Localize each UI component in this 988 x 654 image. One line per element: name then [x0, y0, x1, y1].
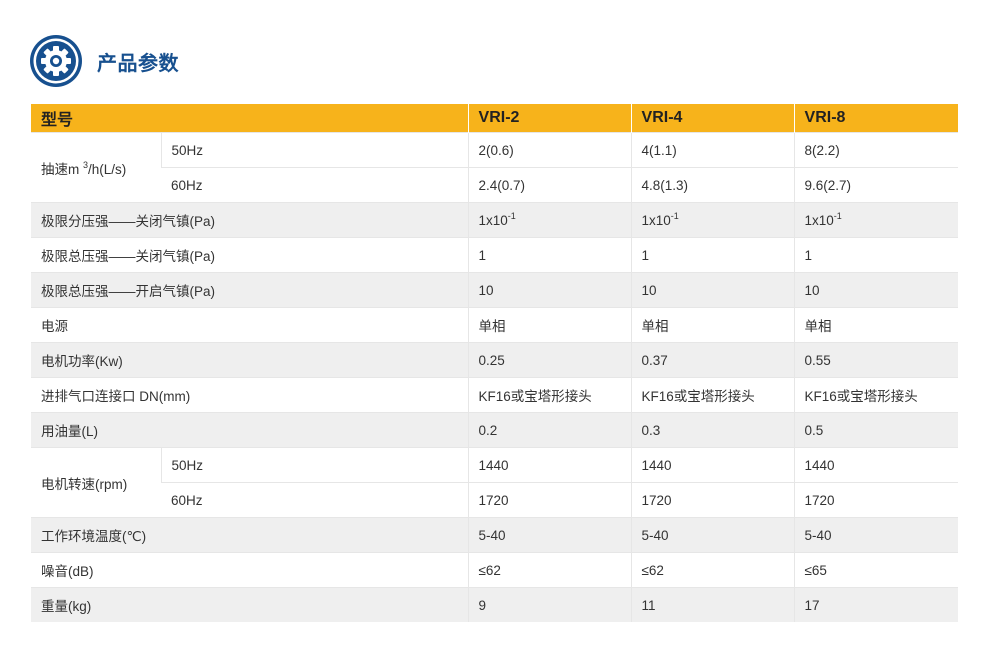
table-row: 进排气口连接口 DN(mm) KF16或宝塔形接头 KF16或宝塔形接头 KF1…: [31, 377, 959, 413]
table-cell: 2(0.6): [467, 132, 632, 168]
model-header: VRI-4: [630, 104, 795, 133]
table-cell: 0.25: [467, 342, 632, 378]
model-header: 型号: [31, 104, 469, 133]
table-cell: 0.37: [630, 342, 795, 378]
table-row: 抽速m 3/h(L/s) 50Hz 2(0.6) 4(1.1) 8(2.2): [31, 132, 959, 203]
section-header: 产品参数: [28, 33, 179, 89]
table-cell: 单相: [467, 307, 632, 343]
table-cell: 1x10-1: [630, 202, 795, 238]
table-cell: 5-40: [467, 517, 632, 553]
table-cell: 单相: [630, 307, 795, 343]
row-label: 电源: [31, 307, 469, 343]
model-header: VRI-8: [793, 104, 959, 133]
table-cell: ≤62: [630, 552, 795, 588]
row-label: 噪音(dB): [31, 552, 469, 588]
row-label: 电机转速(rpm): [31, 447, 161, 518]
row-label: 进排气口连接口 DN(mm): [31, 377, 469, 413]
table-cell: 0.2: [467, 412, 632, 448]
table-cell: 9.6(2.7): [793, 167, 959, 203]
table-row: 60Hz 2.4(0.7) 4.8(1.3) 9.6(2.7): [31, 167, 959, 203]
row-label: 电机功率(Kw): [31, 342, 469, 378]
table-cell: 1440: [793, 447, 959, 483]
table-cell: 1x10-1: [467, 202, 632, 238]
row-label: 工作环境温度(℃): [31, 517, 469, 553]
table-cell: ≤65: [793, 552, 959, 588]
table-cell: 1440: [467, 447, 632, 483]
table-cell: 17: [793, 587, 959, 622]
table-cell: 5-40: [630, 517, 795, 553]
table-cell: ≤62: [467, 552, 632, 588]
spec-table: 型号 VRI-2 VRI-4 VRI-8 抽速m 3/h(L/s) 50Hz 2…: [31, 104, 959, 622]
table-cell: KF16或宝塔形接头: [467, 377, 632, 413]
table-row: 工作环境温度(℃) 5-40 5-40 5-40: [31, 517, 959, 553]
table-cell: 2.4(0.7): [467, 167, 632, 203]
gear-icon: [30, 35, 82, 87]
table-cell: 10: [793, 272, 959, 308]
row-label: 用油量(L): [31, 412, 469, 448]
table-cell: 10: [467, 272, 632, 308]
table-cell: 4.8(1.3): [630, 167, 795, 203]
table-cell: 1: [793, 237, 959, 273]
row-label: 极限总压强——关闭气镇(Pa): [31, 237, 469, 273]
table-cell: 11: [630, 587, 795, 622]
row-label: 重量(kg): [31, 587, 469, 622]
table-cell: 1720: [793, 482, 959, 518]
table-cell: 1: [467, 237, 632, 273]
table-cell: 1x10-1: [793, 202, 959, 238]
table-cell: 10: [630, 272, 795, 308]
table-row: 极限分压强——关闭气镇(Pa) 1x10-1 1x10-1 1x10-1: [31, 202, 959, 238]
table-row: 重量(kg) 9 11 17: [31, 587, 959, 622]
table-cell: 0.55: [793, 342, 959, 378]
model-header: VRI-2: [467, 104, 632, 133]
table-cell: 1720: [630, 482, 795, 518]
table-cell: 1720: [467, 482, 632, 518]
table-cell: 4(1.1): [630, 132, 795, 168]
frequency-label: 60Hz: [161, 167, 469, 203]
table-cell: 单相: [793, 307, 959, 343]
table-row: 噪音(dB) ≤62 ≤62 ≤65: [31, 552, 959, 588]
table-cell: 8(2.2): [793, 132, 959, 168]
table-row: 60Hz 1720 1720 1720: [31, 482, 959, 518]
table-row: 电机转速(rpm) 50Hz 1440 1440 1440: [31, 447, 959, 518]
table-cell: 5-40: [793, 517, 959, 553]
table-cell: 0.3: [630, 412, 795, 448]
row-label: 抽速m 3/h(L/s): [31, 132, 161, 203]
table-row: 极限总压强——关闭气镇(Pa) 1 1 1: [31, 237, 959, 273]
row-label: 极限分压强——关闭气镇(Pa): [31, 202, 469, 238]
table-row: 极限总压强——开启气镇(Pa) 10 10 10: [31, 272, 959, 308]
table-cell: 0.5: [793, 412, 959, 448]
frequency-label: 50Hz: [160, 447, 469, 483]
table-cell: KF16或宝塔形接头: [630, 377, 795, 413]
table-row: 用油量(L) 0.2 0.3 0.5: [31, 412, 959, 448]
section-title: 产品参数: [97, 52, 179, 75]
table-cell: 1: [630, 237, 795, 273]
frequency-label: 60Hz: [161, 482, 469, 518]
table-cell: KF16或宝塔形接头: [793, 377, 959, 413]
frequency-label: 50Hz: [160, 132, 469, 168]
table-cell: 1440: [630, 447, 795, 483]
table-cell: 9: [467, 587, 632, 622]
table-row: 电源 单相 单相 单相: [31, 307, 959, 343]
row-label: 极限总压强——开启气镇(Pa): [31, 272, 469, 308]
table-row: 电机功率(Kw) 0.25 0.37 0.55: [31, 342, 959, 378]
table-header-row: 型号 VRI-2 VRI-4 VRI-8: [31, 104, 959, 133]
